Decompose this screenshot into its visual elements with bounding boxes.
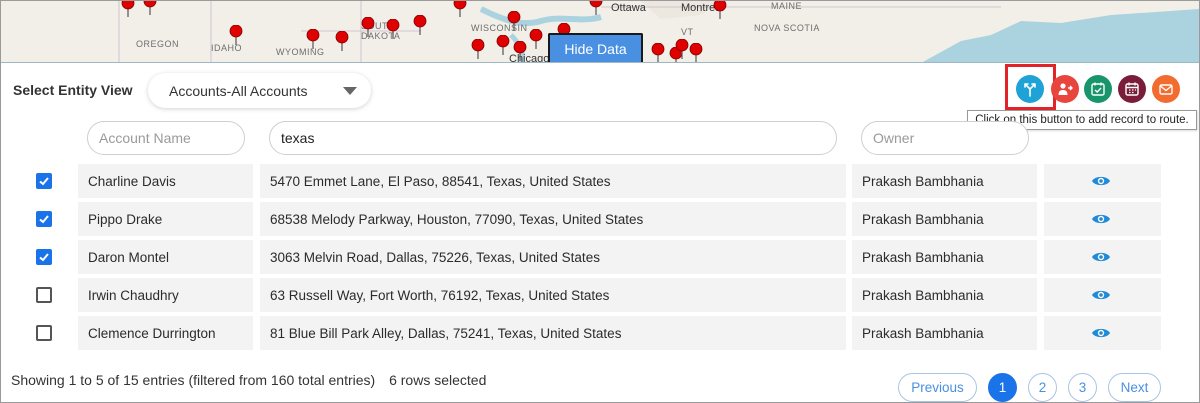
map-pin-icon[interactable] (651, 43, 665, 63)
page-button-1[interactable]: 1 (988, 373, 1017, 402)
next-page-button[interactable]: Next (1108, 373, 1161, 402)
address-filter[interactable]: texas (269, 121, 837, 155)
entity-view-label: Select Entity View (13, 82, 133, 98)
map-pin-icon[interactable] (689, 43, 703, 63)
map-pin-icon[interactable] (386, 19, 400, 39)
address-cell: 68538 Melody Parkway, Houston, 77090, Te… (260, 202, 846, 236)
row-checkbox[interactable] (36, 211, 52, 227)
owner-cell: Prakash Bambhania (852, 202, 1037, 236)
table-row[interactable]: Pippo Drake 68538 Melody Parkway, Housto… (1, 202, 1199, 236)
account-name-cell: Irwin Chaudhry (78, 278, 253, 312)
map-pin-icon[interactable] (589, 1, 603, 15)
eye-icon[interactable] (1091, 250, 1111, 264)
map-pin-icon[interactable] (143, 1, 157, 15)
owner-cell: Prakash Bambhania (852, 240, 1037, 274)
send-email-button[interactable] (1152, 75, 1180, 103)
assign-user-button[interactable] (1051, 75, 1079, 103)
table-status: Showing 1 to 5 of 15 entries (filtered f… (11, 372, 486, 388)
chevron-down-icon (343, 87, 357, 95)
hide-data-button[interactable]: Hide Data (548, 33, 643, 62)
owner-cell: Prakash Bambhania (852, 316, 1037, 350)
owner-cell: Prakash Bambhania (852, 278, 1037, 312)
eye-icon[interactable] (1091, 288, 1111, 302)
schedule-task-button[interactable] (1084, 75, 1112, 103)
address-cell: 5470 Emmet Lane, El Paso, 88541, Texas, … (260, 164, 846, 198)
map-pin-icon[interactable] (453, 1, 467, 17)
calendar-check-icon (1091, 82, 1105, 96)
account-name-cell: Charline Davis (78, 164, 253, 198)
table-row[interactable]: Irwin Chaudhry 63 Russell Way, Fort Wort… (1, 278, 1199, 312)
envelope-icon (1159, 84, 1173, 95)
map-pin-icon[interactable] (507, 11, 521, 31)
account-name-cell: Pippo Drake (78, 202, 253, 236)
page-button-3[interactable]: 3 (1068, 373, 1097, 402)
map-pin-icon[interactable] (306, 29, 320, 49)
row-checkbox[interactable] (36, 173, 52, 189)
entries-info: Showing 1 to 5 of 15 entries (filtered f… (11, 372, 376, 388)
map-pin-icon[interactable] (335, 31, 349, 51)
map-pin-icon[interactable] (713, 1, 727, 19)
address-cell: 63 Russell Way, Fort Worth, 76192, Texas… (260, 278, 846, 312)
map-pin-icon[interactable] (413, 15, 427, 35)
checkmark-icon (39, 215, 49, 224)
account-name-filter[interactable]: Account Name (87, 121, 245, 155)
assign-user-icon (1058, 83, 1073, 95)
eye-icon[interactable] (1091, 174, 1111, 188)
owner-cell: Prakash Bambhania (852, 164, 1037, 198)
map-label: VT (681, 27, 694, 37)
entity-view-value: Accounts-All Accounts (169, 82, 308, 99)
map-pin-icon[interactable] (361, 17, 375, 37)
map-pin-icon[interactable] (496, 35, 510, 55)
entity-view-dropdown[interactable]: Accounts-All Accounts (148, 73, 371, 108)
route-icon (1024, 83, 1036, 97)
map-label: MAINE (771, 1, 803, 11)
map-pin-icon[interactable] (121, 1, 135, 17)
rows-selected-info: 6 rows selected (389, 372, 487, 388)
schedule-event-button[interactable] (1118, 75, 1146, 103)
account-name-cell: Clemence Durrington (78, 316, 253, 350)
eye-icon[interactable] (1091, 326, 1111, 340)
table-row[interactable]: Charline Davis 5470 Emmet Lane, El Paso,… (1, 164, 1199, 198)
map-pin-icon[interactable] (529, 29, 543, 49)
row-checkbox[interactable] (36, 287, 52, 303)
row-checkbox[interactable] (36, 325, 52, 341)
owner-filter[interactable]: Owner (861, 121, 1029, 155)
table-row[interactable]: Daron Montel 3063 Melvin Road, Dallas, 7… (1, 240, 1199, 274)
app-frame: Ottawa Montreal MAINE NOVA SCOTIA OREGON… (0, 0, 1200, 403)
map-pin-icon[interactable] (229, 25, 243, 45)
address-cell: 81 Blue Bill Park Alley, Dallas, 75241, … (260, 316, 846, 350)
map-pin-icon[interactable] (513, 41, 527, 61)
map-label: Ottawa (611, 2, 646, 14)
page-button-2[interactable]: 2 (1028, 373, 1057, 402)
eye-icon[interactable] (1091, 212, 1111, 226)
calendar-icon (1125, 82, 1139, 96)
checkmark-icon (39, 253, 49, 262)
account-name-cell: Daron Montel (78, 240, 253, 274)
checkmark-icon (39, 177, 49, 186)
previous-page-button[interactable]: Previous (898, 373, 977, 402)
address-cell: 3063 Melvin Road, Dallas, 75226, Texas, … (260, 240, 846, 274)
row-checkbox[interactable] (36, 249, 52, 265)
map-pin-icon[interactable] (675, 39, 689, 59)
table-row[interactable]: Clemence Durrington 81 Blue Bill Park Al… (1, 316, 1199, 350)
map-label: NOVA SCOTIA (754, 23, 820, 33)
add-to-route-button[interactable] (1016, 75, 1044, 103)
map-pin-icon[interactable] (471, 39, 485, 59)
map-label: OREGON (136, 39, 180, 49)
map-view[interactable]: Ottawa Montreal MAINE NOVA SCOTIA OREGON… (1, 1, 1199, 63)
